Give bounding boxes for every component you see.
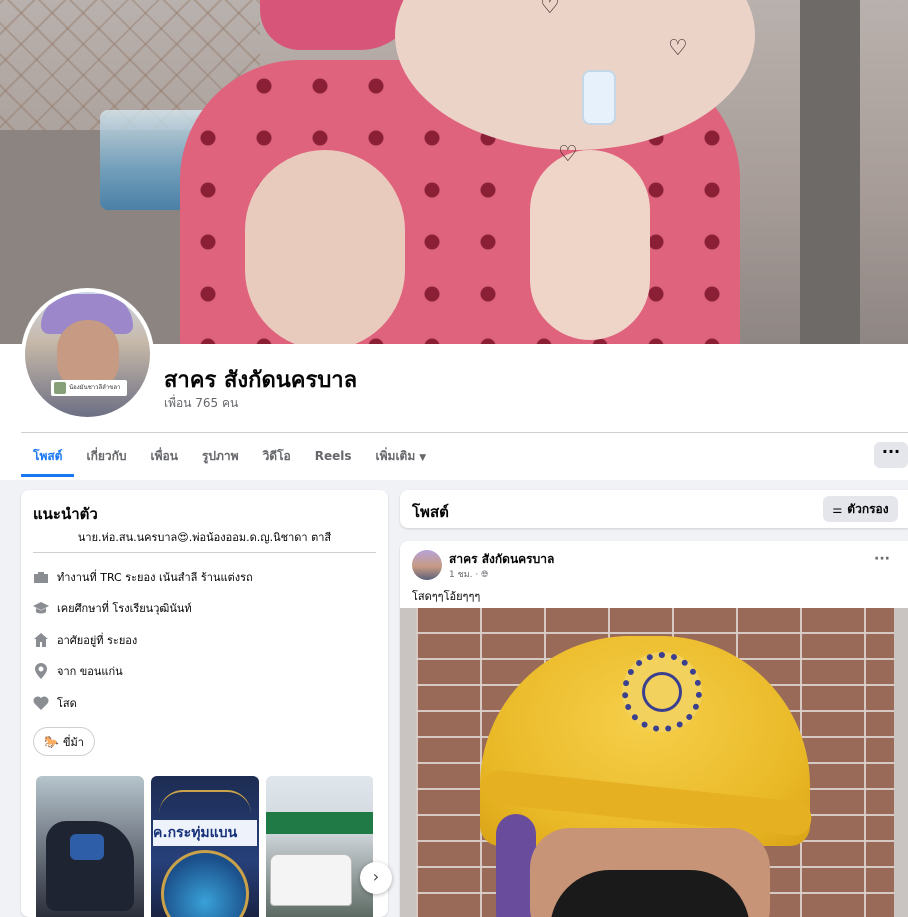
posts-title: โพสต์ (412, 503, 449, 521)
home-icon (33, 632, 49, 648)
graduation-cap-icon (33, 600, 49, 616)
post-card: สาคร สังกัดนครบาล 1 ชม. · 🌐︎ ··· โสดๆๆโอ… (400, 541, 908, 917)
tab-label: เกี่ยวกับ (86, 449, 127, 463)
avatar-badge: น้องมันชาวลีลำขลา (51, 380, 127, 396)
location-pin-icon (33, 663, 49, 679)
helmet-logo-inner (642, 672, 682, 712)
posts-header: โพสต์ ⚌ ตัวกรอง (400, 490, 908, 528)
friends-count[interactable]: เพื่อน 765 คน (164, 394, 238, 413)
photo-mask-detail (550, 870, 750, 917)
hobby-label: ขี่ม้า (62, 735, 84, 749)
photo-truck-detail (270, 854, 352, 906)
post-author-avatar[interactable] (412, 550, 442, 580)
post-meta: 1 ชม. · 🌐︎ (449, 567, 488, 581)
post-text: โสดๆๆโอ้ยๆๆๆ (412, 590, 481, 603)
intro-divider (33, 552, 376, 553)
hobby-chip[interactable]: 🐎 ขี่ม้า (33, 727, 95, 756)
briefcase-icon (33, 569, 49, 585)
sliders-icon: ⚌ (832, 502, 843, 516)
photo-ornament-detail (159, 790, 251, 814)
helmet-logo-detail (622, 652, 702, 732)
intro-bio: นาย.ห่อ.สน.นครบาล😍.พ่อน้องออม.ด.ญ.นิชาดา… (77, 531, 332, 544)
filter-label: ตัวกรอง (847, 501, 889, 516)
intro-card: แนะนำตัว นาย.ห่อ.สน.นครบาล😍.พ่อน้องออม.ด… (21, 490, 388, 917)
tab-videos[interactable]: วิดีโอ (251, 437, 303, 475)
post-timestamp[interactable]: 1 ชม. · (449, 570, 481, 580)
tab-label: รูปภาพ (201, 449, 239, 463)
tab-reels[interactable]: Reels (303, 437, 364, 475)
heart-doodle-icon: ♡ (558, 142, 578, 167)
cover-hand-detail (530, 150, 650, 340)
tab-about[interactable]: เกี่ยวกับ (74, 437, 138, 475)
chevron-right-icon[interactable]: › (360, 862, 392, 894)
detail-education: เคยศึกษาที่ โรงเรียนวุฒินันท์ (33, 598, 192, 618)
photo-thumbnail[interactable] (36, 776, 144, 917)
post-photo[interactable] (400, 608, 908, 917)
post-menu-button[interactable]: ··· (874, 551, 890, 567)
heart-icon (33, 695, 49, 711)
profile-tabs: โพสต์ เกี่ยวกับ เพื่อน รูปภาพ วิดีโอ Ree… (21, 437, 438, 477)
detail-text: อาศัยอยู่ที่ ระยอง (57, 634, 138, 647)
photo-banner-text: ค.กระทุ่มแบน (153, 820, 257, 846)
detail-lives-in: อาศัยอยู่ที่ ระยอง (33, 630, 137, 650)
globe-icon: 🌐︎ (481, 570, 489, 580)
cover-photo[interactable]: ♡ ♡ ♡ (0, 0, 908, 344)
header-divider (21, 432, 908, 433)
detail-relationship: โสด (33, 693, 77, 713)
photo-thumbnail[interactable] (266, 776, 373, 917)
cover-pole-detail (800, 0, 860, 344)
caret-down-icon: ▼ (419, 453, 427, 463)
tab-more[interactable]: เพิ่มเติม ▼ (364, 437, 439, 475)
tab-label: วิดีโอ (262, 449, 291, 463)
detail-text: จาก ขอนแก่น (57, 665, 123, 678)
heart-doodle-icon: ♡ (540, 0, 560, 19)
profile-avatar[interactable]: น้องมันชาวลีลำขลา (21, 288, 154, 421)
tab-label: Reels (314, 449, 352, 463)
photo-station-detail (266, 812, 373, 834)
photo-thumbnail[interactable]: ค.กระทุ่มแบน (151, 776, 259, 917)
heart-doodle-icon: ♡ (668, 36, 688, 61)
profile-name: สาคร สังกัดนครบาล (164, 368, 358, 393)
tab-label: โพสต์ (33, 449, 63, 463)
tab-label: เพื่อน (150, 449, 178, 463)
more-options-button[interactable]: ··· (874, 442, 908, 468)
avatar-badge-text: น้องมันชาวลีลำขลา (69, 384, 121, 391)
photo-emblem-detail (161, 850, 249, 917)
cover-arm-detail (245, 150, 405, 344)
avatar-image: น้องมันชาวลีลำขลา (25, 292, 150, 417)
detail-text: ทำงานที่ TRC ระยอง เน้นสำลี ร้านแต่งรถ (57, 571, 253, 584)
filter-button[interactable]: ⚌ ตัวกรอง (823, 496, 898, 522)
photo-grid: ค.กระทุ่มแบน (36, 776, 373, 917)
photo-motorbike-detail (70, 834, 104, 860)
detail-from: จาก ขอนแก่น (33, 661, 123, 681)
tab-label: เพิ่มเติม (375, 449, 416, 463)
horse-icon: 🐎 (44, 734, 59, 749)
detail-work: ทำงานที่ TRC ระยอง เน้นสำลี ร้านแต่งรถ (33, 567, 253, 587)
tab-photos[interactable]: รูปภาพ (190, 437, 251, 475)
detail-text: เคยศึกษาที่ โรงเรียนวุฒินันท์ (57, 602, 192, 615)
cover-candy-detail (582, 70, 616, 125)
tab-friends[interactable]: เพื่อน (139, 437, 190, 475)
tab-posts[interactable]: โพสต์ (21, 437, 75, 477)
detail-text: โสด (57, 697, 77, 710)
intro-title: แนะนำตัว (33, 505, 98, 523)
badge-thumbnail (54, 382, 66, 394)
